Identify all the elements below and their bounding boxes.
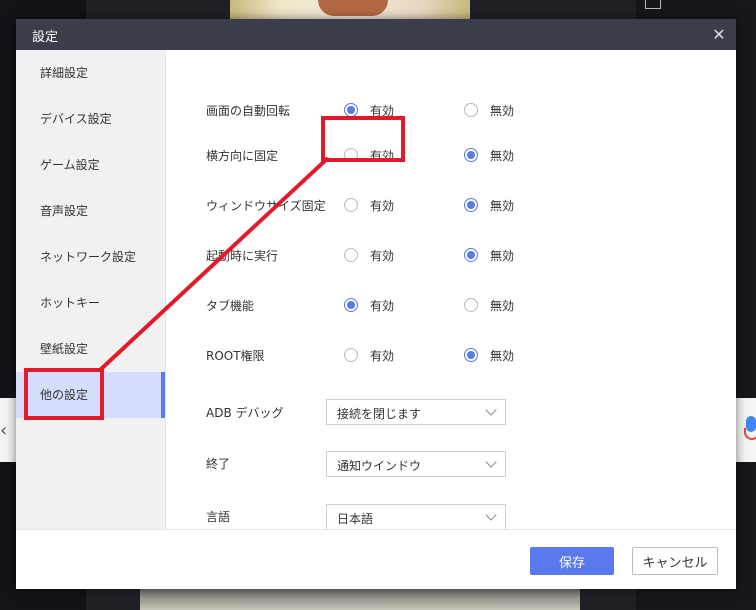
- radio-circle-icon: [344, 298, 358, 312]
- sidebar-item-game[interactable]: ゲーム設定: [16, 142, 165, 188]
- save-button[interactable]: 保存: [530, 547, 614, 575]
- radio-label: 有効: [370, 349, 395, 363]
- exit-label: 終了: [206, 457, 231, 471]
- radio-label: 有効: [370, 299, 395, 313]
- radio-label: 有効: [370, 104, 395, 118]
- dialog-footer: 保存 キャンセル: [16, 529, 736, 589]
- settings-sidebar: 詳細設定 デバイス設定 ゲーム設定 音声設定 ネットワーク設定 ホットキー 壁紙…: [16, 50, 166, 529]
- root-access-label: ROOT権限: [206, 349, 265, 363]
- sidebar-item-hotkey[interactable]: ホットキー: [16, 280, 165, 326]
- language-label: 言語: [206, 510, 231, 524]
- radio-circle-icon: [344, 198, 358, 212]
- dialog-title: 設定: [32, 30, 59, 45]
- dialog-titlebar: 設定 ✕: [16, 19, 736, 50]
- radio-label: 無効: [490, 249, 515, 263]
- background-bottom-image: [140, 588, 580, 610]
- landscape-lock-label: 横方向に固定: [206, 149, 279, 163]
- radio-label: 有効: [370, 199, 395, 213]
- auto-rotate-label: 画面の自動回転: [206, 104, 291, 118]
- radio-circle-icon: [464, 148, 478, 162]
- radio-label: 有効: [370, 249, 395, 263]
- radio-circle-icon: [344, 148, 358, 162]
- radio-circle-icon: [464, 298, 478, 312]
- radio-circle-icon: [464, 248, 478, 262]
- language-select[interactable]: 日本語: [326, 504, 506, 530]
- radio-circle-icon: [464, 103, 478, 117]
- sidebar-item-audio[interactable]: 音声設定: [16, 188, 165, 234]
- sidebar-item-device[interactable]: デバイス設定: [16, 96, 165, 142]
- tab-feature-disable-radio[interactable]: 無効: [464, 296, 634, 316]
- radio-label: 無効: [490, 299, 515, 313]
- chevron-down-icon: [485, 509, 497, 521]
- sidebar-item-advanced[interactable]: 詳細設定: [16, 50, 165, 96]
- close-icon[interactable]: ✕: [708, 24, 730, 46]
- run-on-startup-label: 起動時に実行: [206, 249, 279, 263]
- run-on-startup-disable-radio[interactable]: 無効: [464, 246, 634, 266]
- radio-circle-icon: [344, 348, 358, 362]
- sidebar-item-wallpaper[interactable]: 壁紙設定: [16, 326, 165, 372]
- adb-debug-label: ADB デバッグ: [206, 406, 284, 420]
- background-chevron-icon: ‹: [0, 420, 8, 441]
- background-fullscreen-icon: [645, 0, 661, 9]
- background-illustration: [318, 0, 388, 16]
- radio-label: 有効: [370, 149, 395, 163]
- auto-rotate-disable-radio[interactable]: 無効: [464, 101, 634, 121]
- language-value: 日本語: [337, 512, 374, 526]
- adb-debug-value: 接続を閉じます: [337, 407, 422, 421]
- radio-circle-icon: [464, 348, 478, 362]
- radio-label: 無効: [490, 199, 515, 213]
- window-size-lock-disable-radio[interactable]: 無効: [464, 196, 634, 216]
- radio-label: 無効: [490, 104, 515, 118]
- sidebar-item-network[interactable]: ネットワーク設定: [16, 234, 165, 280]
- settings-content: 画面の自動回転 有効 無効 横方向に固定 有効 無効 ウィンドウサイズ固定 有効 無効 起動時に実…: [166, 50, 736, 530]
- radio-circle-icon: [464, 198, 478, 212]
- window-size-lock-label: ウィンドウサイズ固定: [206, 199, 326, 213]
- sidebar-item-other[interactable]: 他の設定: [16, 372, 165, 418]
- settings-dialog: 設定 ✕ 詳細設定 デバイス設定 ゲーム設定 音声設定 ネットワーク設定 ホット…: [16, 19, 736, 589]
- chevron-down-icon: [485, 404, 497, 416]
- landscape-lock-disable-radio[interactable]: 無効: [464, 146, 634, 166]
- radio-circle-icon: [344, 248, 358, 262]
- exit-select[interactable]: 通知ウインドウ: [326, 451, 506, 477]
- cancel-button[interactable]: キャンセル: [632, 547, 718, 575]
- chevron-down-icon: [485, 456, 497, 468]
- exit-value: 通知ウインドウ: [337, 459, 422, 473]
- tab-feature-label: タブ機能: [206, 299, 255, 313]
- radio-circle-icon: [344, 103, 358, 117]
- radio-label: 無効: [490, 149, 515, 163]
- microphone-icon: [742, 412, 756, 446]
- root-access-disable-radio[interactable]: 無効: [464, 346, 634, 366]
- radio-label: 無効: [490, 349, 515, 363]
- adb-debug-select[interactable]: 接続を閉じます: [326, 399, 506, 425]
